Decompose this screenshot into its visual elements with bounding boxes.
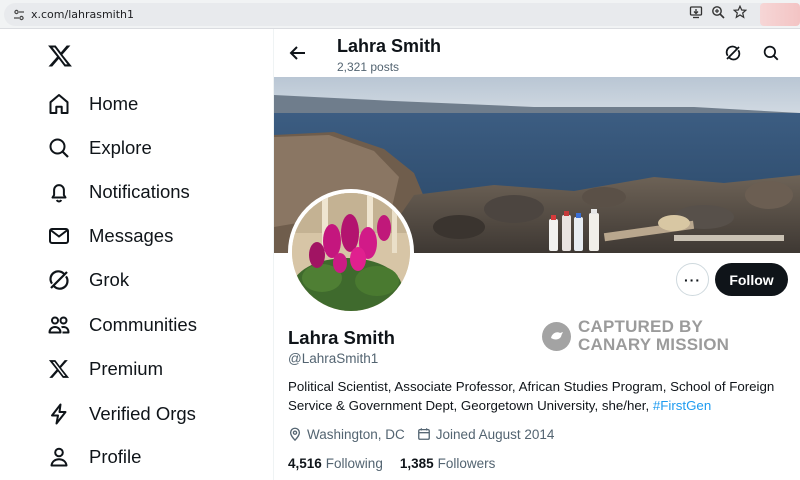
- browser-toolbar: x.com/lahrasmith1: [0, 0, 800, 29]
- profile-name: Lahra Smith: [288, 327, 395, 348]
- more-options-button[interactable]: ···: [676, 263, 709, 296]
- sidebar-item-profile[interactable]: Profile: [46, 439, 141, 475]
- watermark-line-1: CAPTURED BY: [578, 317, 703, 336]
- sidebar-item-verified-orgs[interactable]: Verified Orgs: [46, 396, 196, 432]
- sidebar-item-label: Notifications: [89, 181, 190, 202]
- mail-icon: [46, 223, 72, 249]
- follow-stats: 4,516 Following 1,385 Followers: [288, 456, 512, 471]
- calendar-icon: [417, 428, 430, 440]
- sidebar-item-label: Verified Orgs: [89, 403, 196, 424]
- sidebar-item-label: Messages: [89, 225, 174, 246]
- grok-icon[interactable]: [724, 44, 742, 62]
- profile-avatar[interactable]: [288, 189, 414, 315]
- address-bar[interactable]: x.com/lahrasmith1: [4, 3, 800, 26]
- lightning-icon: [46, 401, 72, 427]
- bookmark-star-icon[interactable]: [733, 5, 747, 19]
- people-icon: [46, 312, 72, 338]
- sidebar-item-notifications[interactable]: Notifications: [46, 174, 190, 210]
- watermark: CAPTURED BY CANARY MISSION: [542, 318, 729, 354]
- header-profile-name: Lahra Smith: [337, 36, 442, 56]
- back-arrow-icon[interactable]: [288, 43, 308, 63]
- sidebar-item-label: Premium: [89, 358, 164, 379]
- profile-handle: @LahraSmith1: [288, 351, 379, 366]
- sidebar-item-explore[interactable]: Explore: [46, 130, 152, 166]
- follow-button[interactable]: Follow: [715, 263, 788, 296]
- browser-profile-avatar[interactable]: [760, 3, 800, 26]
- location-item: Washington, DC: [288, 427, 405, 442]
- location-text: Washington, DC: [307, 426, 405, 442]
- sidebar-item-label: Explore: [89, 137, 152, 158]
- watermark-line-2: CANARY MISSION: [578, 335, 730, 354]
- profile-bio: Political Scientist, Associate Professor…: [288, 378, 793, 415]
- following-count: 4,516: [288, 456, 322, 471]
- sidebar-item-home[interactable]: Home: [46, 86, 138, 122]
- joined-item: Joined August 2014: [417, 426, 555, 442]
- profile-meta: Washington, DC Joined August 2014: [288, 425, 554, 443]
- sidebar-item-label: Home: [89, 93, 139, 114]
- x-logo[interactable]: [47, 43, 73, 69]
- sidebar-item-messages[interactable]: Messages: [46, 218, 173, 254]
- sidebar-item-communities[interactable]: Communities: [46, 307, 197, 343]
- post-count: 2,321 posts: [337, 60, 400, 74]
- followers-label: Followers: [437, 456, 496, 471]
- search-icon: [46, 135, 72, 161]
- home-icon: [46, 91, 72, 117]
- x-logo-icon: [46, 356, 72, 382]
- url-text[interactable]: x.com/lahrasmith1: [31, 8, 134, 21]
- following-label: Following: [325, 456, 383, 471]
- location-pin-icon: [289, 427, 301, 441]
- bell-icon: [46, 179, 72, 205]
- bio-hashtag-link[interactable]: #FirstGen: [653, 398, 711, 413]
- tune-icon[interactable]: [13, 9, 25, 21]
- person-icon: [46, 444, 72, 470]
- zoom-icon[interactable]: [711, 5, 725, 19]
- search-icon[interactable]: [762, 44, 780, 62]
- grok-icon: [46, 267, 72, 293]
- sidebar-item-premium[interactable]: Premium: [46, 351, 163, 387]
- profile-header-bar: Lahra Smith 2,321 posts: [274, 29, 800, 77]
- install-icon[interactable]: [689, 5, 703, 19]
- following-link[interactable]: 4,516 Following: [288, 456, 383, 471]
- profile-column: Lahra Smith 2,321 posts ··· Follow Lahra…: [273, 29, 800, 480]
- followers-count: 1,385: [399, 456, 434, 471]
- followers-link[interactable]: 1,385 Followers: [400, 456, 496, 471]
- joined-text: Joined August 2014: [435, 426, 555, 442]
- sidebar-item-label: Grok: [89, 269, 130, 290]
- sidebar-item-grok[interactable]: Grok: [46, 262, 129, 298]
- sidebar-item-label: Communities: [89, 314, 197, 335]
- sidebar: Home Explore Notifications Messages Grok…: [0, 29, 273, 480]
- canary-bird-icon: [542, 321, 571, 351]
- sidebar-item-label: Profile: [89, 446, 142, 467]
